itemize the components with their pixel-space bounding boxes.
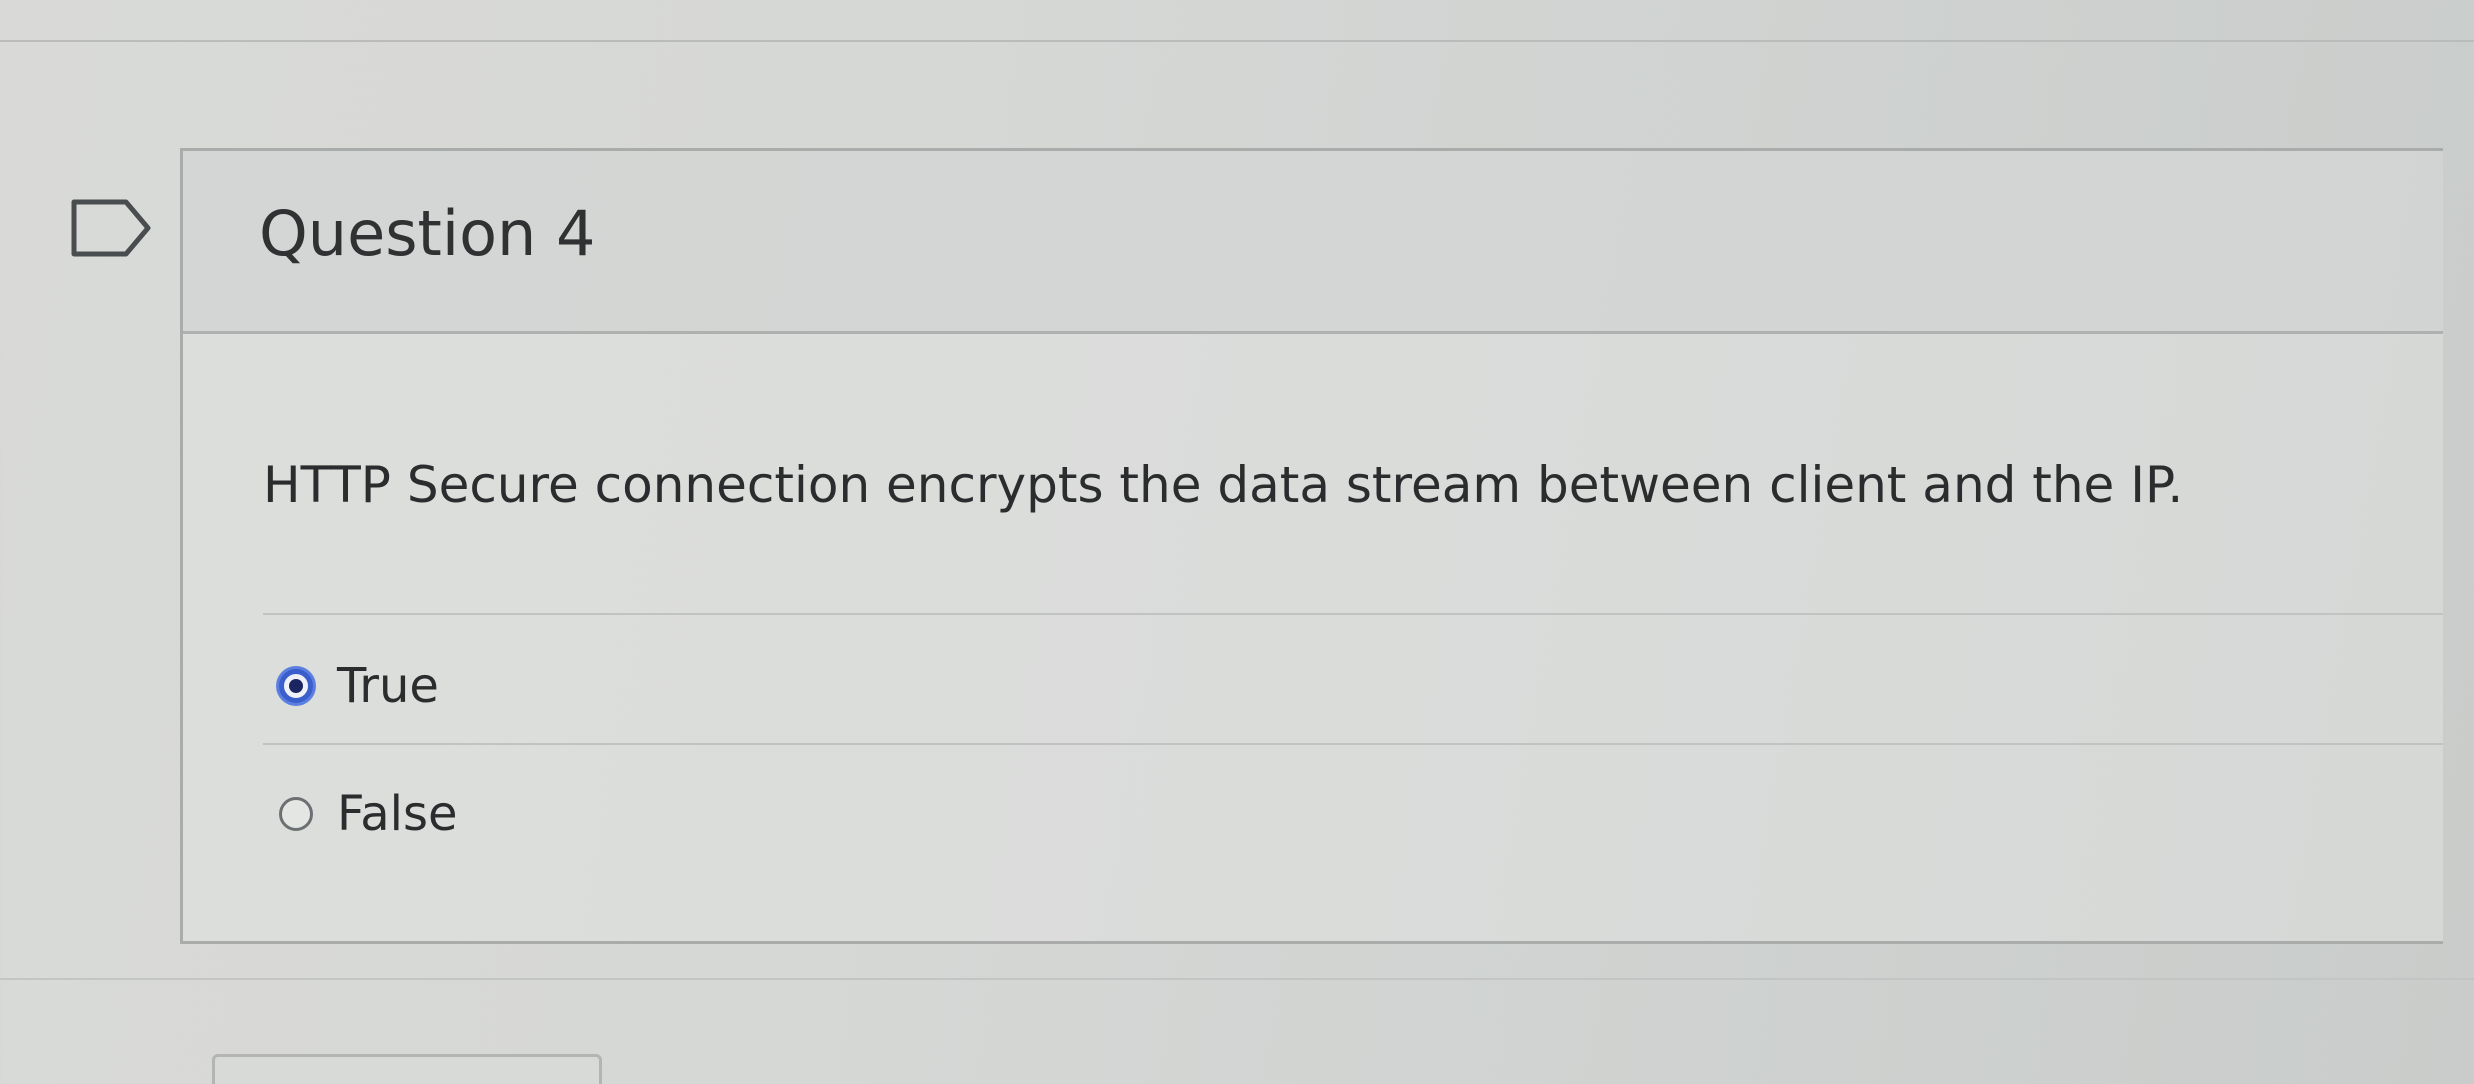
flag-icon[interactable] [70, 198, 152, 258]
answer-option-true[interactable]: True [279, 651, 439, 721]
answer-divider [263, 613, 2443, 615]
page-bottom-divider [0, 978, 2474, 980]
radio-dot [289, 679, 303, 693]
answer-label-false[interactable]: False [337, 786, 458, 842]
radio-selected-icon[interactable] [279, 669, 313, 703]
page-top-divider [0, 40, 2474, 42]
radio-unselected-icon[interactable] [279, 797, 313, 831]
question-title: Question 4 [259, 197, 596, 270]
answer-label-true[interactable]: True [337, 658, 439, 714]
question-header: Question 4 [183, 151, 2443, 334]
answer-divider [263, 743, 2443, 745]
next-question-button[interactable] [212, 1054, 602, 1084]
answer-option-false[interactable]: False [279, 779, 458, 849]
question-text: HTTP Secure connection encrypts the data… [263, 456, 2184, 514]
question-card: Question 4 HTTP Secure connection encryp… [180, 148, 2443, 944]
